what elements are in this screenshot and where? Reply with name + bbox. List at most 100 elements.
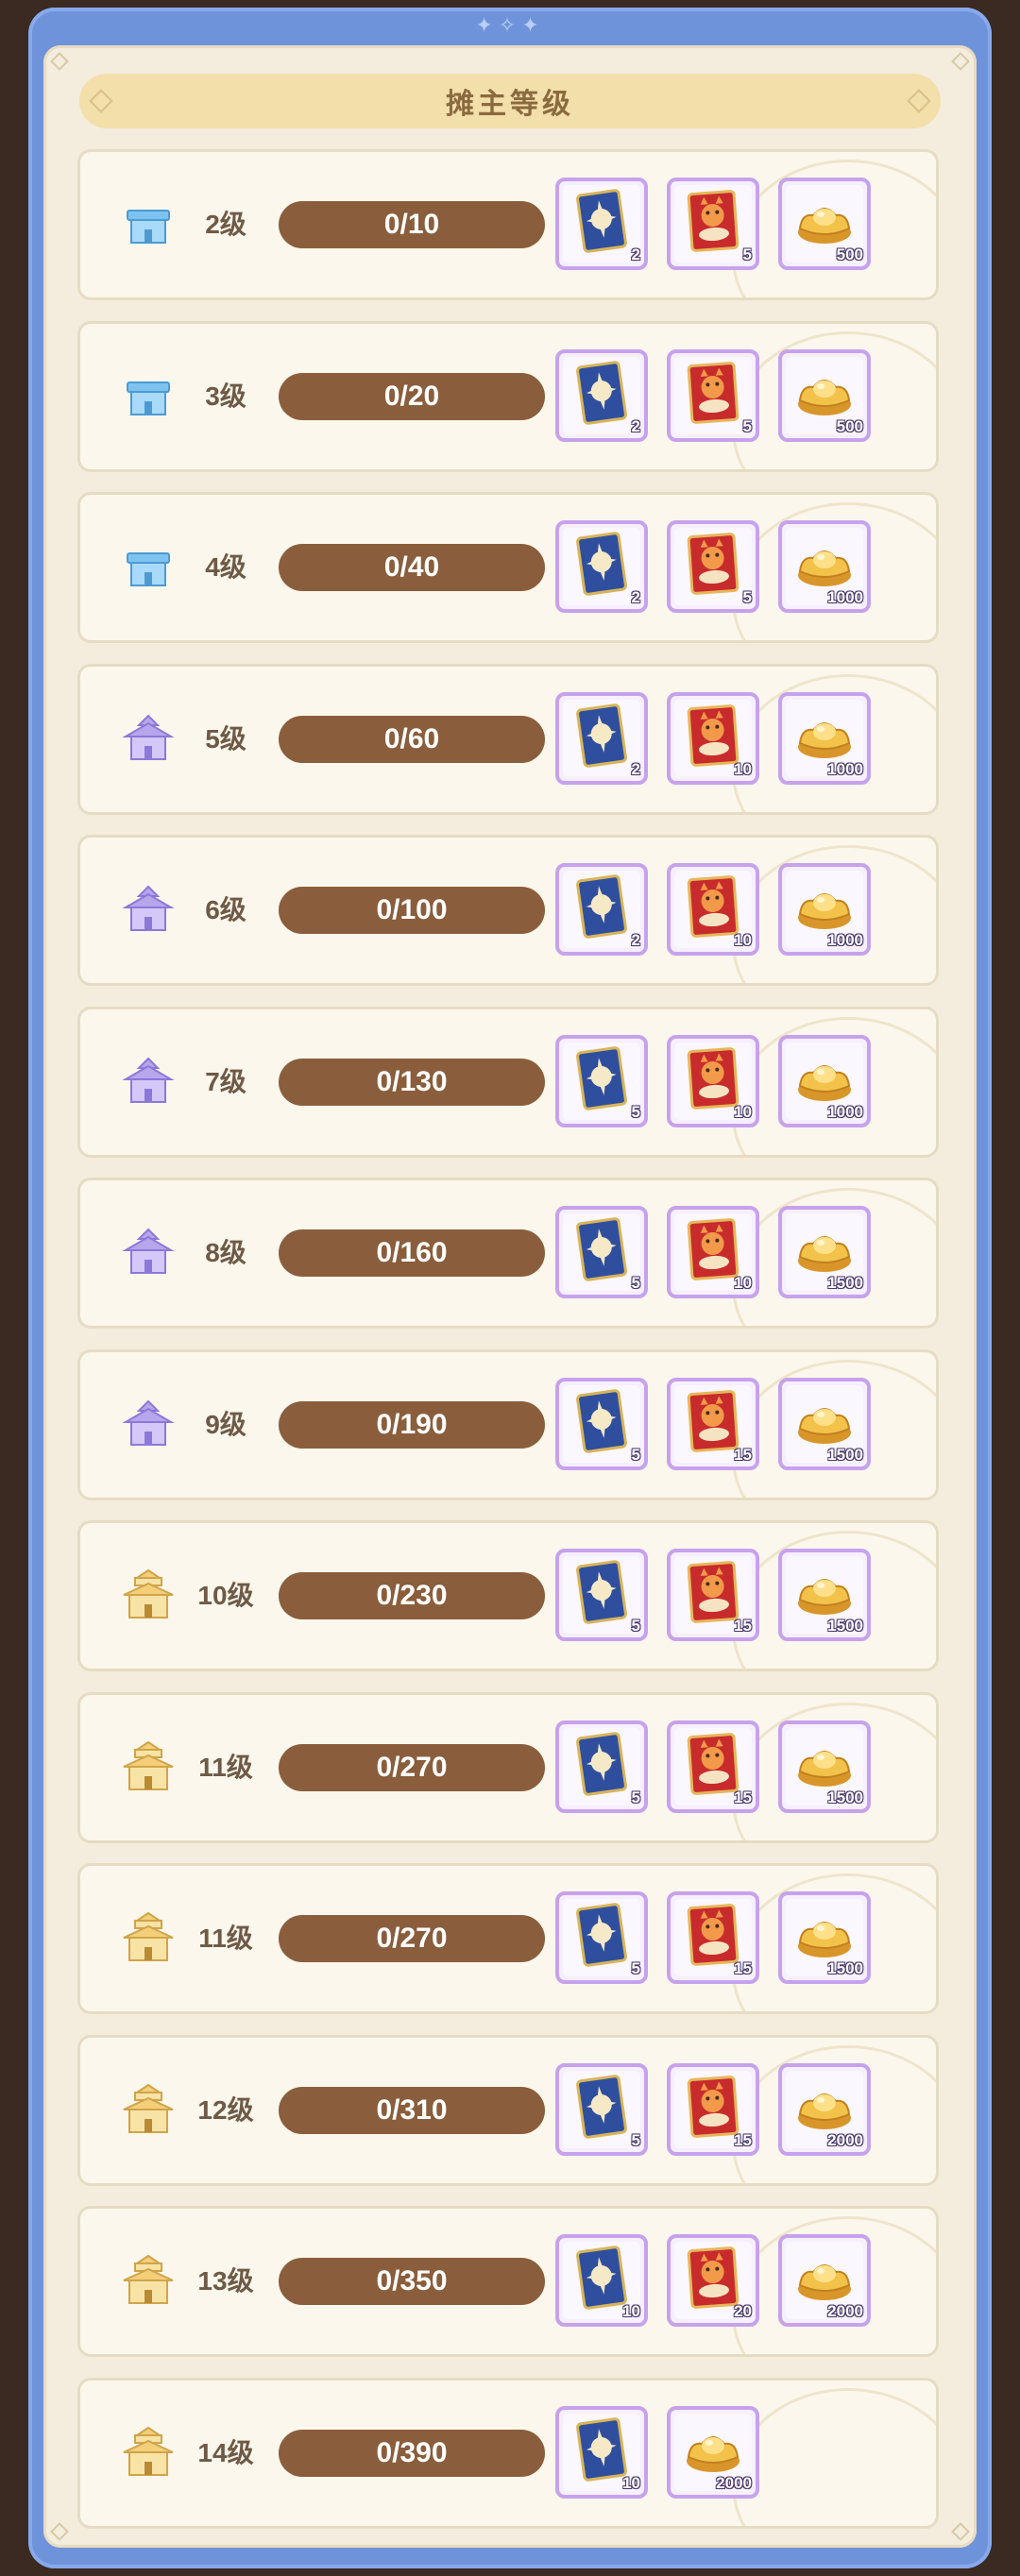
level-row: 9级 0/190 5 15 1500 xyxy=(77,1348,939,1500)
reward-list: 2 5 1000 xyxy=(555,520,871,613)
reward-slot-blue-card[interactable]: 5 xyxy=(555,1034,648,1127)
blue-house-icon xyxy=(120,369,177,426)
reward-slot-red-card[interactable]: 15 xyxy=(667,2062,759,2156)
reward-slot-blue-card[interactable]: 5 xyxy=(555,1720,648,1813)
level-label: 3级 xyxy=(205,381,246,411)
reward-slot-blue-card[interactable]: 5 xyxy=(555,1377,648,1470)
reward-count: 5 xyxy=(631,1445,640,1464)
reward-slot-blue-card[interactable]: 5 xyxy=(555,1891,648,1984)
reward-slot-gold-ingot[interactable]: 1000 xyxy=(778,1034,871,1127)
reward-slot-red-card[interactable]: 5 xyxy=(667,348,759,442)
reward-slot-gold-ingot[interactable]: 2000 xyxy=(667,2405,759,2499)
reward-list: 10 2000 xyxy=(555,2405,759,2499)
corner-ornament-icon xyxy=(50,2522,69,2541)
gold-house-icon xyxy=(120,1568,177,1625)
reward-count: 5 xyxy=(631,1274,640,1292)
reward-slot-blue-card[interactable]: 2 xyxy=(555,863,648,956)
reward-slot-gold-ingot[interactable]: 1500 xyxy=(778,1891,871,1984)
reward-slot-blue-card[interactable]: 2 xyxy=(555,691,648,785)
purple-house-icon xyxy=(120,1226,177,1282)
level-label: 6级 xyxy=(205,895,246,924)
reward-count: 1500 xyxy=(827,1788,863,1806)
reward-count: 5 xyxy=(742,416,752,435)
corner-ornament-icon xyxy=(50,52,69,71)
reward-slot-blue-card[interactable]: 2 xyxy=(555,520,648,613)
level-label: 14级 xyxy=(197,2437,254,2467)
reward-list: 5 15 1500 xyxy=(555,1891,871,1984)
reward-slot-blue-card[interactable]: 10 xyxy=(555,2405,648,2499)
reward-slot-blue-card[interactable]: 5 xyxy=(555,2062,648,2156)
level-label: 11级 xyxy=(198,1924,253,1953)
reward-slot-red-card[interactable]: 10 xyxy=(667,1206,759,1298)
reward-slot-red-card[interactable]: 20 xyxy=(667,2234,759,2327)
progress-bar: 0/40 xyxy=(279,544,545,591)
reward-slot-blue-card[interactable]: 2 xyxy=(555,178,648,270)
reward-slot-gold-ingot[interactable]: 1000 xyxy=(778,520,871,613)
level-label: 11级 xyxy=(198,1752,253,1782)
reward-list: 5 10 1000 xyxy=(555,1034,871,1127)
reward-count: 1500 xyxy=(827,1959,863,1977)
reward-slot-red-card[interactable]: 10 xyxy=(667,1034,759,1127)
reward-count: 10 xyxy=(622,2302,640,2320)
reward-slot-red-card[interactable]: 15 xyxy=(667,1891,759,1984)
reward-slot-gold-ingot[interactable]: 2000 xyxy=(778,2062,871,2156)
reward-slot-gold-ingot[interactable]: 1500 xyxy=(778,1377,871,1470)
reward-slot-gold-ingot[interactable]: 500 xyxy=(778,178,871,270)
gold-house-icon xyxy=(120,1911,177,1968)
reward-slot-gold-ingot[interactable]: 2000 xyxy=(778,2234,871,2327)
reward-slot-gold-ingot[interactable]: 1500 xyxy=(778,1206,871,1298)
progress-bar: 0/130 xyxy=(279,1058,545,1106)
reward-slot-blue-card[interactable]: 10 xyxy=(555,2234,648,2327)
level-label: 5级 xyxy=(205,723,246,754)
reward-slot-gold-ingot[interactable]: 1000 xyxy=(778,863,871,956)
progress-bar: 0/160 xyxy=(279,1229,545,1277)
reward-count: 10 xyxy=(734,1102,752,1121)
reward-slot-red-card[interactable]: 15 xyxy=(667,1549,759,1641)
purple-house-icon xyxy=(120,712,177,769)
reward-list: 2 5 500 xyxy=(555,178,871,270)
purple-house-icon xyxy=(120,1055,177,1111)
level-row: 13级 0/350 10 20 2000 xyxy=(77,2206,939,2357)
reward-slot-blue-card[interactable]: 5 xyxy=(555,1549,648,1641)
reward-list: 5 15 1500 xyxy=(555,1720,871,1813)
reward-count: 5 xyxy=(631,2130,640,2149)
reward-slot-red-card[interactable]: 10 xyxy=(667,691,759,785)
progress-bar: 0/10 xyxy=(279,201,545,248)
reward-slot-gold-ingot[interactable]: 1500 xyxy=(778,1720,871,1813)
reward-count: 2 xyxy=(631,416,640,435)
reward-slot-red-card[interactable]: 5 xyxy=(667,520,759,613)
reward-slot-red-card[interactable]: 10 xyxy=(667,863,759,956)
progress-text: 0/10 xyxy=(383,209,440,240)
reward-slot-blue-card[interactable]: 2 xyxy=(555,348,648,442)
level-row: 6级 0/100 2 10 1000 xyxy=(77,835,939,986)
reward-slot-gold-ingot[interactable]: 1500 xyxy=(778,1549,871,1641)
reward-slot-blue-card[interactable]: 5 xyxy=(555,1206,648,1298)
reward-count: 2000 xyxy=(716,2473,752,2492)
gold-house-icon xyxy=(120,2254,177,2311)
reward-count: 15 xyxy=(734,2130,752,2149)
progress-text: 0/40 xyxy=(383,551,440,583)
reward-slot-red-card[interactable]: 15 xyxy=(667,1377,759,1470)
reward-count: 5 xyxy=(742,588,752,606)
gold-house-icon xyxy=(120,2083,177,2140)
reward-list: 5 10 1500 xyxy=(555,1206,871,1298)
progress-bar: 0/390 xyxy=(279,2429,545,2477)
reward-count: 2000 xyxy=(827,2130,863,2149)
reward-list: 2 5 500 xyxy=(555,348,871,442)
progress-bar: 0/60 xyxy=(279,715,545,763)
blue-house-icon xyxy=(120,197,177,254)
reward-count: 500 xyxy=(836,246,863,263)
reward-count: 10 xyxy=(734,1274,752,1292)
reward-count: 5 xyxy=(631,1617,640,1635)
level-row: 2级 0/10 2 5 500 xyxy=(77,149,939,300)
gold-house-icon xyxy=(120,1740,177,1797)
reward-slot-gold-ingot[interactable]: 1000 xyxy=(778,691,871,785)
reward-slot-gold-ingot[interactable]: 500 xyxy=(778,348,871,442)
reward-slot-red-card[interactable]: 15 xyxy=(667,1720,759,1813)
reward-slot-red-card[interactable]: 5 xyxy=(667,178,759,270)
progress-text: 0/390 xyxy=(376,2436,448,2468)
reward-count: 5 xyxy=(631,1959,640,1977)
reward-count: 500 xyxy=(836,416,863,435)
reward-count: 1500 xyxy=(827,1617,863,1635)
reward-count: 15 xyxy=(734,1788,752,1806)
